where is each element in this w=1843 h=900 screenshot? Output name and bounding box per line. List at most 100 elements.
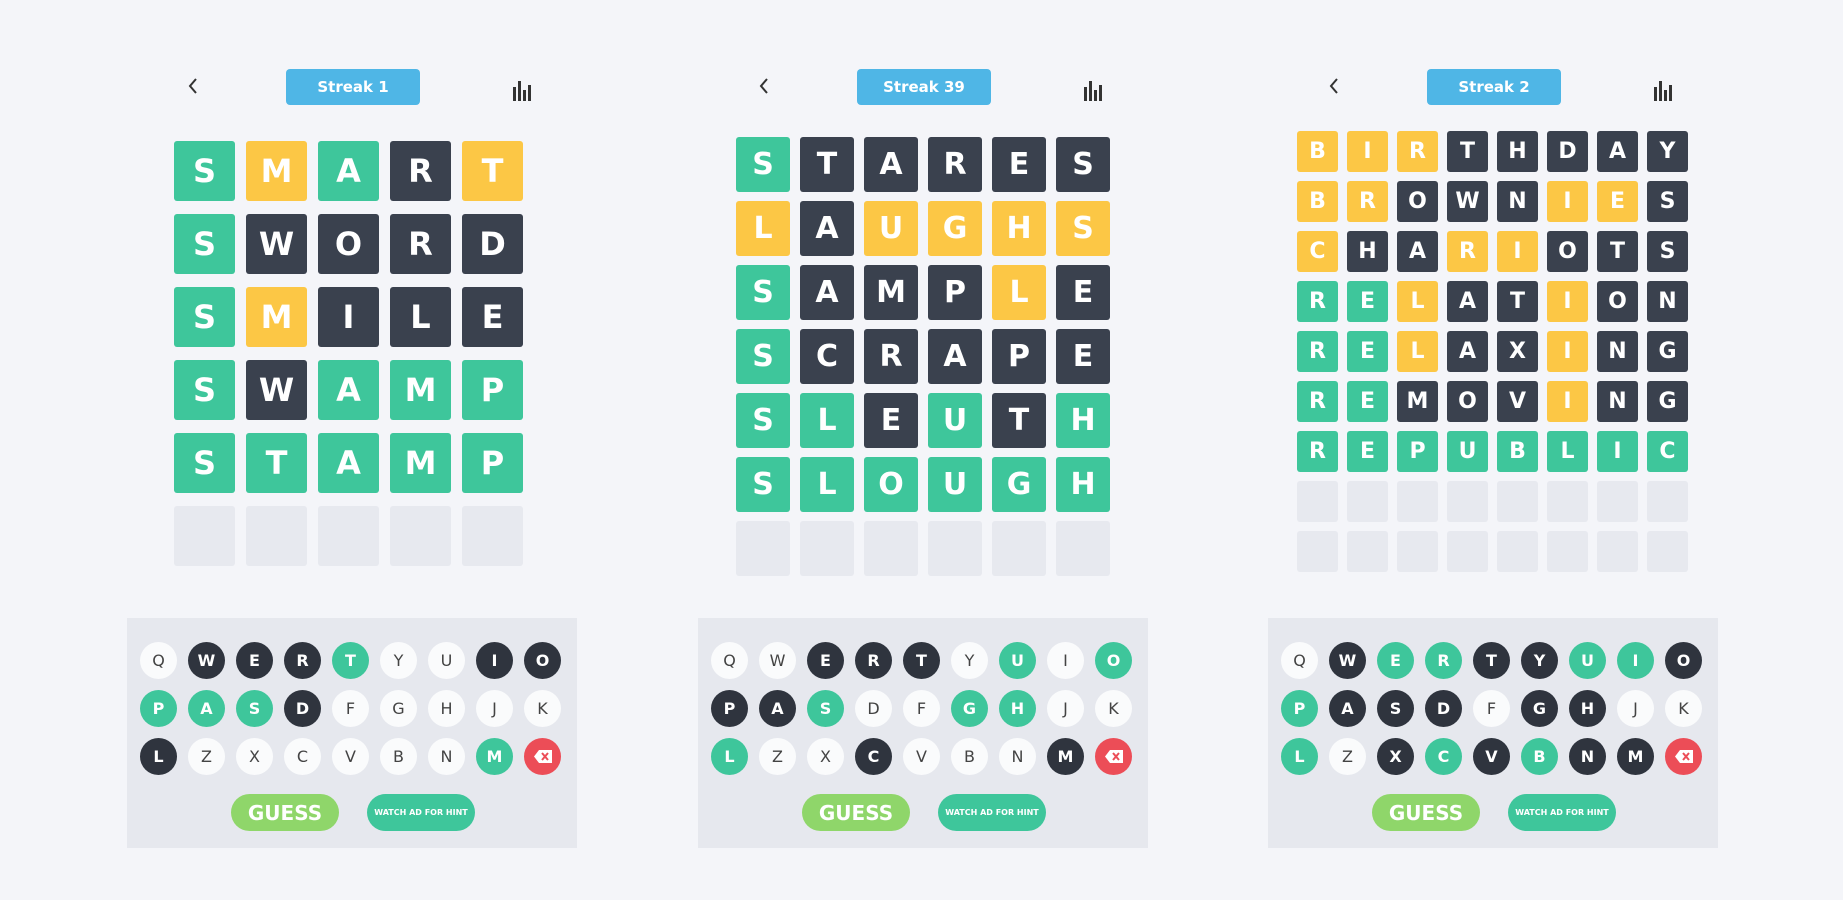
key-z[interactable]: Z (759, 738, 796, 775)
key-g[interactable]: G (951, 690, 988, 727)
key-k[interactable]: K (1095, 690, 1132, 727)
empty-tile (1597, 531, 1638, 572)
key-i[interactable]: I (1047, 642, 1084, 679)
key-u[interactable]: U (999, 642, 1036, 679)
key-o[interactable]: O (1095, 642, 1132, 679)
key-p[interactable]: P (1281, 690, 1318, 727)
key-s[interactable]: S (1377, 690, 1414, 727)
key-m[interactable]: M (1047, 738, 1084, 775)
key-y[interactable]: Y (951, 642, 988, 679)
key-t[interactable]: T (332, 642, 369, 679)
watch-ad-hint-button[interactable]: WATCH AD FOR HINT (367, 794, 475, 831)
watch-ad-hint-button[interactable]: WATCH AD FOR HINT (1508, 794, 1616, 831)
key-d[interactable]: D (855, 690, 892, 727)
key-n[interactable]: N (999, 738, 1036, 775)
key-x[interactable]: X (807, 738, 844, 775)
key-e[interactable]: E (807, 642, 844, 679)
key-g[interactable]: G (1521, 690, 1558, 727)
key-f[interactable]: F (903, 690, 940, 727)
bar-chart-icon[interactable] (509, 73, 537, 101)
key-a[interactable]: A (1329, 690, 1366, 727)
key-l[interactable]: L (711, 738, 748, 775)
key-h[interactable]: H (1569, 690, 1606, 727)
key-k[interactable]: K (1665, 690, 1702, 727)
key-r[interactable]: R (1425, 642, 1462, 679)
backspace-icon[interactable] (1095, 738, 1132, 775)
key-l[interactable]: L (140, 738, 177, 775)
key-p[interactable]: P (711, 690, 748, 727)
key-q[interactable]: Q (1281, 642, 1318, 679)
key-w[interactable]: W (188, 642, 225, 679)
streak-badge: Streak 2 (1427, 69, 1561, 105)
key-s[interactable]: S (236, 690, 273, 727)
guess-button[interactable]: GUESS (1372, 794, 1480, 831)
key-i[interactable]: I (476, 642, 513, 679)
key-r[interactable]: R (855, 642, 892, 679)
key-b[interactable]: B (380, 738, 417, 775)
key-b[interactable]: B (951, 738, 988, 775)
chevron-left-icon[interactable] (182, 74, 204, 98)
key-y[interactable]: Y (380, 642, 417, 679)
key-l[interactable]: L (1281, 738, 1318, 775)
bar-chart-icon[interactable] (1080, 73, 1108, 101)
letter-tile: M (390, 360, 451, 420)
key-m[interactable]: M (1617, 738, 1654, 775)
key-r[interactable]: R (284, 642, 321, 679)
key-t[interactable]: T (903, 642, 940, 679)
key-h[interactable]: H (428, 690, 465, 727)
key-a[interactable]: A (188, 690, 225, 727)
key-o[interactable]: O (524, 642, 561, 679)
key-u[interactable]: U (428, 642, 465, 679)
key-y[interactable]: Y (1521, 642, 1558, 679)
key-v[interactable]: V (903, 738, 940, 775)
key-c[interactable]: C (855, 738, 892, 775)
empty-tile (318, 506, 379, 566)
key-e[interactable]: E (1377, 642, 1414, 679)
key-u[interactable]: U (1569, 642, 1606, 679)
letter-tile: C (1647, 431, 1688, 472)
key-j[interactable]: J (1617, 690, 1654, 727)
bar-chart-icon[interactable] (1650, 73, 1678, 101)
key-f[interactable]: F (1473, 690, 1510, 727)
backspace-icon[interactable] (524, 738, 561, 775)
watch-ad-hint-button[interactable]: WATCH AD FOR HINT (938, 794, 1046, 831)
key-z[interactable]: Z (188, 738, 225, 775)
key-q[interactable]: Q (711, 642, 748, 679)
key-n[interactable]: N (428, 738, 465, 775)
key-w[interactable]: W (759, 642, 796, 679)
key-q[interactable]: Q (140, 642, 177, 679)
key-a[interactable]: A (759, 690, 796, 727)
key-n[interactable]: N (1569, 738, 1606, 775)
key-h[interactable]: H (999, 690, 1036, 727)
key-t[interactable]: T (1473, 642, 1510, 679)
key-j[interactable]: J (1047, 690, 1084, 727)
guess-button[interactable]: GUESS (231, 794, 339, 831)
key-e[interactable]: E (236, 642, 273, 679)
key-c[interactable]: C (284, 738, 321, 775)
key-i[interactable]: I (1617, 642, 1654, 679)
key-k[interactable]: K (524, 690, 561, 727)
backspace-icon[interactable] (1665, 738, 1702, 775)
key-z[interactable]: Z (1329, 738, 1366, 775)
key-p[interactable]: P (140, 690, 177, 727)
letter-tile: U (1447, 431, 1488, 472)
guess-button[interactable]: GUESS (802, 794, 910, 831)
key-d[interactable]: D (1425, 690, 1462, 727)
key-o[interactable]: O (1665, 642, 1702, 679)
key-b[interactable]: B (1521, 738, 1558, 775)
key-f[interactable]: F (332, 690, 369, 727)
chevron-left-icon[interactable] (1323, 74, 1345, 98)
key-c[interactable]: C (1425, 738, 1462, 775)
key-m[interactable]: M (476, 738, 513, 775)
key-g[interactable]: G (380, 690, 417, 727)
chevron-left-icon[interactable] (753, 74, 775, 98)
key-j[interactable]: J (476, 690, 513, 727)
key-v[interactable]: V (1473, 738, 1510, 775)
key-w[interactable]: W (1329, 642, 1366, 679)
key-s[interactable]: S (807, 690, 844, 727)
key-d[interactable]: D (284, 690, 321, 727)
key-x[interactable]: X (236, 738, 273, 775)
letter-tile: S (1647, 231, 1688, 272)
key-v[interactable]: V (332, 738, 369, 775)
key-x[interactable]: X (1377, 738, 1414, 775)
